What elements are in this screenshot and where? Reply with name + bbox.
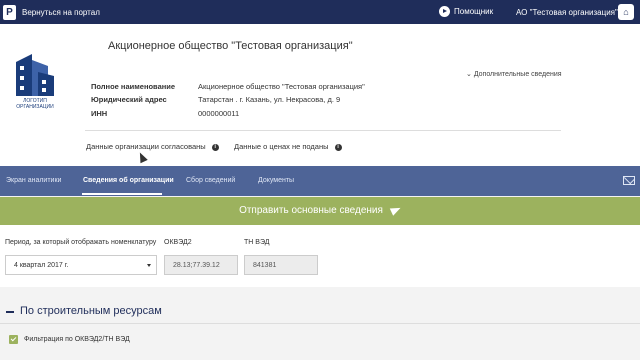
active-tab-indicator bbox=[82, 193, 162, 195]
field-value: Татарстан . г. Казань, ул. Некрасова, д.… bbox=[198, 95, 341, 104]
play-icon bbox=[439, 6, 450, 17]
okved-field: 28.13;77.39.12 bbox=[164, 255, 238, 275]
tnved-field: 841381 bbox=[244, 255, 318, 275]
filter-checkbox-label[interactable]: Фильтрация по ОКВЭД2/ТН ВЭД bbox=[24, 336, 130, 343]
tab-documents[interactable]: Документы bbox=[258, 177, 294, 184]
period-select[interactable]: 4 квартал 2017 г. bbox=[5, 255, 157, 275]
divider bbox=[0, 323, 640, 324]
more-info-label: Дополнительные сведения bbox=[473, 71, 562, 78]
envelope-icon bbox=[623, 176, 635, 185]
section-title[interactable]: По строительным ресурсам bbox=[20, 305, 162, 317]
info-icon[interactable]: i bbox=[334, 143, 342, 151]
status-prices-label: Данные о ценах не поданы bbox=[234, 142, 329, 151]
page-title: Акционерное общество "Тестовая организац… bbox=[108, 40, 353, 52]
tab-bar: Экран аналитики Сведения об организации … bbox=[0, 166, 640, 196]
helper-label: Помощник bbox=[454, 7, 494, 16]
helper-button[interactable]: Помощник bbox=[439, 6, 493, 17]
portal-logo-letter: P bbox=[3, 4, 16, 20]
okved-label: ОКВЭД2 bbox=[164, 239, 192, 246]
paper-plane-icon bbox=[389, 204, 403, 217]
filters-panel: Период, за который отображать номенклату… bbox=[0, 225, 640, 287]
send-button-label: Отправить основные сведения bbox=[239, 205, 383, 216]
field-key: Полное наименование bbox=[91, 82, 176, 91]
field-key: ИНН bbox=[91, 109, 108, 118]
user-home-icon[interactable]: ⌂ bbox=[618, 4, 634, 20]
current-org-label[interactable]: АО "Тестовая организация" bbox=[516, 8, 618, 17]
top-bar: P Вернуться на портал Помощник АО "Тесто… bbox=[0, 0, 640, 24]
status-agreed-label: Данные организации согласованы bbox=[86, 142, 206, 151]
construction-resources-section: По строительным ресурсам Фильтрация по О… bbox=[0, 287, 640, 360]
building-logo-icon bbox=[16, 54, 54, 96]
field-legal-address: Юридический адрес Татарстан . г. Казань, … bbox=[91, 95, 340, 104]
field-full-name: Полное наименование Акционерное общество … bbox=[91, 82, 365, 91]
status-prices: Данные о ценах не поданы i bbox=[234, 142, 342, 151]
field-key: Юридический адрес bbox=[91, 95, 167, 104]
filter-checkbox[interactable] bbox=[9, 335, 18, 344]
portal-logo-icon[interactable]: P bbox=[0, 0, 19, 24]
field-value: Акционерное общество "Тестовая организац… bbox=[198, 82, 365, 91]
chevron-down-icon bbox=[147, 264, 151, 267]
collapse-icon[interactable] bbox=[6, 311, 14, 313]
okved-value: 28.13;77.39.12 bbox=[173, 262, 220, 269]
period-label: Период, за который отображать номенклату… bbox=[5, 239, 157, 246]
field-value: 0000000011 bbox=[198, 109, 240, 118]
organization-card: ЛОГОТИП ОРГАНИЗАЦИИ Акционерное общество… bbox=[0, 24, 640, 166]
tab-analytics[interactable]: Экран аналитики bbox=[6, 177, 61, 184]
tab-org-info[interactable]: Сведения об организации bbox=[83, 177, 174, 184]
status-agreed: Данные организации согласованы i bbox=[86, 142, 219, 151]
back-to-portal-link[interactable]: Вернуться на портал bbox=[22, 8, 100, 17]
tab-data-collection[interactable]: Сбор сведений bbox=[186, 177, 235, 184]
info-icon[interactable]: i bbox=[211, 143, 219, 151]
field-inn: ИНН 0000000011 bbox=[91, 109, 239, 118]
logo-caption: ЛОГОТИП ОРГАНИЗАЦИИ bbox=[16, 98, 54, 110]
more-info-toggle[interactable]: ⌄ Дополнительные сведения bbox=[466, 70, 562, 78]
period-value: 4 квартал 2017 г. bbox=[14, 262, 69, 269]
tnved-label: ТН ВЭД bbox=[244, 239, 270, 246]
divider bbox=[85, 130, 561, 131]
send-main-info-button[interactable]: Отправить основные сведения bbox=[0, 197, 640, 225]
messages-button[interactable] bbox=[617, 166, 640, 196]
company-logo: ЛОГОТИП ОРГАНИЗАЦИИ bbox=[10, 46, 60, 110]
tnved-value: 841381 bbox=[253, 262, 277, 269]
